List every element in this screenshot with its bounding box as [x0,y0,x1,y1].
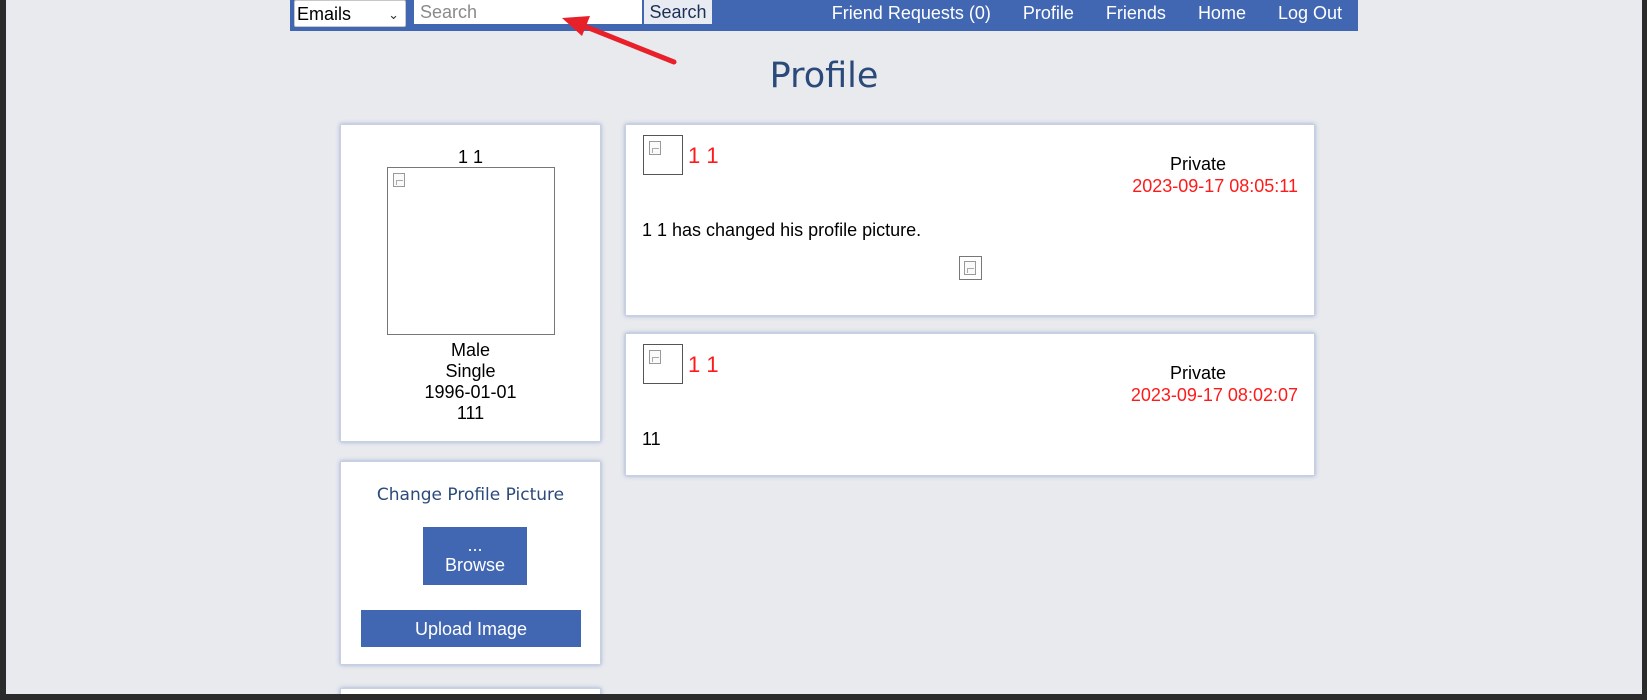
profile-picture [386,167,555,335]
nav-link-friend-requests[interactable]: Friend Requests (0) [832,0,991,27]
post-privacy: Private [1169,363,1227,383]
post-card: 1 1 Private 2023-09-17 08:02:07 11 [625,333,1315,476]
nav-links: Friend Requests (0) Profile Friends Home… [800,0,1342,27]
change-profile-picture-label: Change Profile Picture [376,485,565,505]
post-image [959,256,982,280]
profile-extra-info: 111 [456,403,485,423]
profile-gender: Male [450,340,490,360]
profile-birthdate: 1996-01-01 [424,382,517,402]
profile-relationship-status: Single [445,361,496,381]
page-viewport: Emails ⌄ Search Friend Requests (0) Prof… [6,0,1642,694]
broken-image-icon [964,261,976,275]
post-text: 1 1 has changed his profile picture. [642,220,922,240]
post-avatar[interactable] [643,135,683,175]
profile-card: 1 1 Male Single 1996-01-01 111 [340,124,601,442]
post-avatar[interactable] [643,344,683,384]
post-text: 11 [642,429,661,449]
post-privacy: Private [1169,154,1227,174]
broken-image-icon [392,173,405,187]
search-button[interactable]: Search [644,0,712,24]
nav-link-home[interactable]: Home [1198,0,1246,27]
browse-label: Browse [444,555,506,575]
broken-image-icon [649,141,661,155]
browse-dots: ... [467,535,483,555]
page-title: Profile [769,56,879,96]
search-input[interactable] [414,0,642,24]
sidebar-card [340,688,601,694]
search-type-value: Emails [297,4,352,24]
nav-link-profile[interactable]: Profile [1023,0,1074,27]
profile-name: 1 1 [457,147,484,167]
broken-image-icon [649,350,661,364]
browse-button[interactable]: ... Browse [423,527,527,585]
post-author[interactable]: 1 1 [688,352,719,378]
post-card: 1 1 Private 2023-09-17 08:05:11 1 1 has … [625,124,1315,316]
window-scrollbar[interactable] [1642,0,1647,700]
chevron-down-icon: ⌄ [388,7,399,22]
post-timestamp: 2023-09-17 08:05:11 [1132,176,1298,196]
post-author[interactable]: 1 1 [688,143,719,169]
upload-card: Change Profile Picture ... Browse Upload… [340,461,601,665]
upload-image-button[interactable]: Upload Image [361,610,581,647]
nav-link-logout[interactable]: Log Out [1278,0,1342,27]
top-navbar: Emails ⌄ Search Friend Requests (0) Prof… [290,0,1358,31]
post-timestamp: 2023-09-17 08:02:07 [1130,385,1298,405]
nav-link-friends[interactable]: Friends [1106,0,1166,27]
search-type-select[interactable]: Emails ⌄ [294,0,406,27]
